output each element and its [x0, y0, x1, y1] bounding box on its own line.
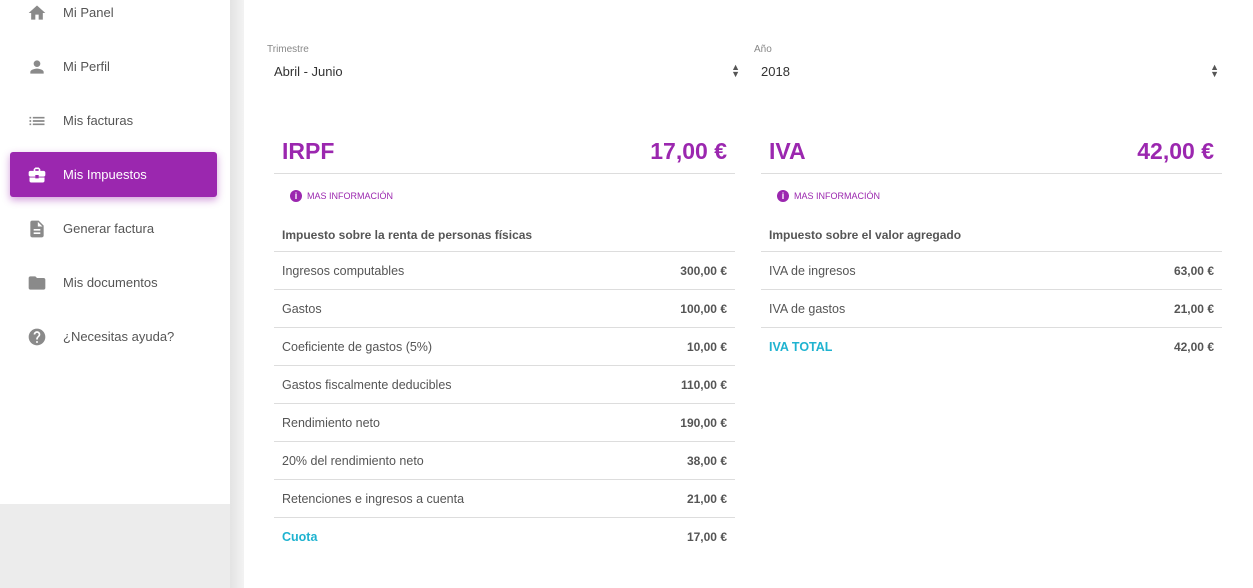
table-row: IVA de gastos 21,00 € [761, 290, 1222, 328]
sidebar-item-label: Mis Impuestos [63, 167, 147, 182]
iva-more-info-link[interactable]: i MAS INFORMACIÓN [761, 174, 1222, 206]
row-label: Gastos fiscalmente deducibles [282, 377, 452, 392]
iva-subtitle: Impuesto sobre el valor agregado [761, 218, 1222, 252]
sidebar-item-label: Mi Panel [63, 5, 114, 20]
iva-amount: 42,00 € [1137, 138, 1214, 164]
select-arrows-icon: ▲ ▼ [1210, 62, 1219, 79]
quarter-select[interactable]: Trimestre Abril - Junio ▲ ▼ [267, 44, 740, 82]
quarter-label: Trimestre [267, 44, 309, 55]
sidebar-item-mis-facturas[interactable]: Mis facturas [10, 98, 217, 143]
sidebar-item-mi-panel[interactable]: Mi Panel [10, 0, 217, 35]
sidebar-item-label: ¿Necesitas ayuda? [63, 329, 175, 344]
row-label: Rendimiento neto [282, 415, 380, 430]
irpf-rows: Ingresos computables 300,00 € Gastos 100,0… [274, 252, 735, 556]
row-value: 110,00 € [680, 377, 727, 392]
irpf-card: IRPF 17,00 € i MAS INFORMACIÓN Impuesto … [274, 130, 735, 556]
sidebar-item-mis-documentos[interactable]: Mis documentos [10, 260, 217, 305]
row-value: 42,00 € [1173, 340, 1214, 354]
quarter-selected: Abril - Junio [274, 64, 343, 79]
row-label: IVA TOTAL [769, 340, 833, 354]
row-label: Gastos [282, 301, 322, 316]
irpf-header: IRPF 17,00 € [274, 130, 735, 174]
row-label: 20% del rendimiento neto [282, 453, 424, 468]
iva-rows: IVA de ingresos 63,00 € IVA de gastos 21,0… [761, 252, 1222, 366]
row-value: 300,00 € [680, 263, 727, 278]
quarter-value[interactable]: Abril - Junio ▲ ▼ [274, 62, 740, 82]
total-row: Cuota 17,00 € [274, 518, 735, 556]
table-row: Retenciones e ingresos a cuenta 21,00 € [274, 480, 735, 518]
sidebar-item-generar-factura[interactable]: Generar factura [10, 206, 217, 251]
year-value[interactable]: 2018 ▲ ▼ [761, 62, 1219, 82]
row-value: 17,00 € [686, 530, 727, 544]
row-value: 190,00 € [680, 415, 727, 430]
select-arrows-icon: ▲ ▼ [731, 62, 740, 79]
sidebar-item-label: Generar factura [63, 221, 155, 236]
irpf-subtitle: Impuesto sobre la renta de personas físi… [274, 218, 735, 252]
year-select[interactable]: Año 2018 ▲ ▼ [754, 44, 1219, 82]
row-label: Cuota [282, 530, 318, 544]
row-value: 38,00 € [686, 453, 727, 468]
list-icon [26, 110, 48, 132]
table-row: 20% del rendimiento neto 38,00 € [274, 442, 735, 480]
sidebar-shadow [230, 0, 244, 588]
info-icon: i [777, 190, 789, 202]
iva-card: IVA 42,00 € i MAS INFORMACIÓN Impuesto s… [761, 130, 1222, 366]
sidebar-item-label: Mi Perfil [63, 59, 110, 74]
more-info-text: MAS INFORMACIÓN [307, 191, 394, 201]
total-row: IVA TOTAL 42,00 € [761, 328, 1222, 366]
iva-header: IVA 42,00 € [761, 130, 1222, 174]
row-value: 21,00 € [686, 491, 727, 506]
row-label: Retenciones e ingresos a cuenta [282, 491, 465, 506]
main-content: Trimestre Abril - Junio ▲ ▼ Año 2018 ▲ ▼ I… [244, 0, 1253, 588]
row-label: IVA de gastos [769, 301, 846, 316]
year-label: Año [754, 44, 772, 55]
sidebar: Mi Panel Mi Perfil Mis facturas Mis Impu… [0, 0, 230, 504]
sidebar-item-label: Mis facturas [63, 113, 134, 128]
sidebar-item-mis-impuestos[interactable]: Mis Impuestos [10, 152, 217, 197]
info-icon: i [290, 190, 302, 202]
document-icon [26, 218, 48, 240]
row-value: 100,00 € [680, 301, 727, 316]
irpf-amount: 17,00 € [650, 138, 727, 164]
row-value: 10,00 € [686, 339, 727, 354]
help-icon [26, 326, 48, 348]
table-row: Ingresos computables 300,00 € [274, 252, 735, 290]
table-row: Gastos fiscalmente deducibles 110,00 € [274, 366, 735, 404]
row-value: 63,00 € [1173, 263, 1214, 278]
table-row: Coeficiente de gastos (5%) 10,00 € [274, 328, 735, 366]
row-label: Ingresos computables [282, 263, 405, 278]
more-info-text: MAS INFORMACIÓN [794, 191, 881, 201]
person-icon [26, 56, 48, 78]
sidebar-item-label: Mis documentos [63, 275, 158, 290]
irpf-more-info-link[interactable]: i MAS INFORMACIÓN [274, 174, 735, 206]
table-row: IVA de ingresos 63,00 € [761, 252, 1222, 290]
row-value: 21,00 € [1173, 301, 1214, 316]
sidebar-item-mi-perfil[interactable]: Mi Perfil [10, 44, 217, 89]
sidebar-item-ayuda[interactable]: ¿Necesitas ayuda? [10, 314, 217, 359]
year-selected: 2018 [761, 64, 790, 79]
table-row: Rendimiento neto 190,00 € [274, 404, 735, 442]
row-label: Coeficiente de gastos (5%) [282, 339, 433, 354]
folder-icon [26, 272, 48, 294]
table-row: Gastos 100,00 € [274, 290, 735, 328]
row-label: IVA de ingresos [769, 263, 856, 278]
home-icon [26, 2, 48, 24]
irpf-title: IRPF [282, 138, 335, 164]
iva-title: IVA [769, 138, 806, 164]
briefcase-icon [26, 164, 48, 186]
